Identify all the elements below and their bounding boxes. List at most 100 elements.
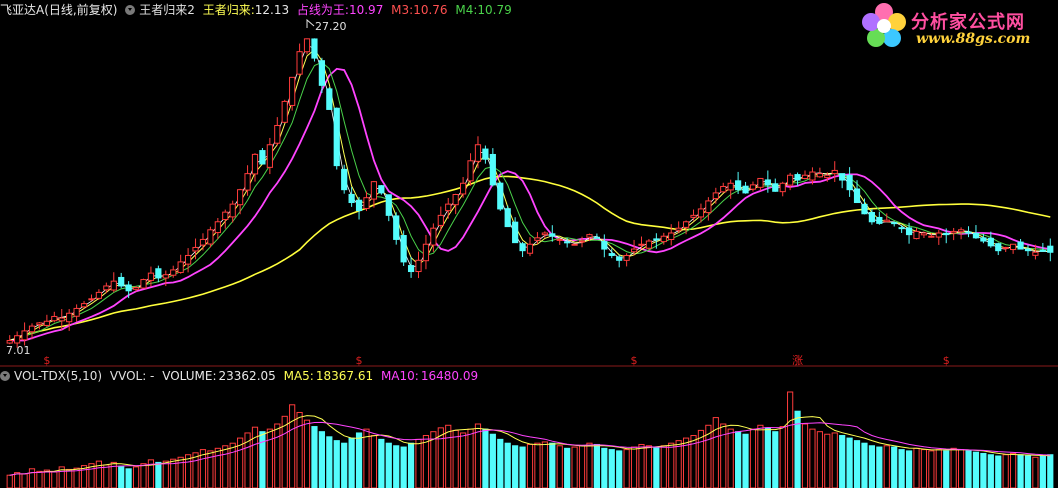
- volume-bar: [913, 447, 920, 488]
- volume-bar: [274, 423, 281, 488]
- volume-bar: [645, 445, 653, 488]
- volume-bar: [735, 431, 742, 488]
- volume-bar: [51, 471, 58, 488]
- candle-body: [1024, 248, 1032, 252]
- volume-bar: [407, 442, 415, 488]
- candle-body: [422, 243, 430, 262]
- candle-body: [578, 240, 586, 243]
- indicator-name[interactable]: 王者归来2: [139, 3, 195, 17]
- vvol-text: VVOL: -: [109, 369, 155, 383]
- volume-bar: [400, 446, 407, 488]
- candle-body: [809, 171, 816, 181]
- candle-body: [207, 229, 214, 245]
- candle-body: [824, 174, 831, 179]
- candle-body: [437, 214, 444, 226]
- volume-bar: [564, 447, 571, 488]
- site-logo[interactable]: 分析家公式网 www.88gs.com: [858, 0, 1058, 52]
- candle-body: [244, 173, 251, 191]
- volume-bar: [162, 460, 169, 488]
- candle-body: [839, 173, 846, 181]
- volume-bar: [601, 447, 608, 488]
- stock-title[interactable]: 飞亚达A(日线,前复权): [0, 3, 117, 17]
- candle-body: [623, 254, 630, 261]
- volume-bar: [445, 424, 452, 488]
- volume-bar: [460, 432, 467, 488]
- ind3-label: M3:: [391, 3, 414, 17]
- volume-bar: [853, 440, 861, 488]
- volume-bar: [816, 431, 823, 488]
- volume-bar: [534, 442, 541, 488]
- volume-bar: [623, 449, 630, 488]
- volume-bar: [779, 426, 786, 488]
- volume-bar: [950, 447, 957, 488]
- candle-body: [1002, 246, 1009, 249]
- candle-body: [853, 188, 861, 204]
- candle-body: [326, 88, 333, 110]
- candle-body: [415, 259, 422, 273]
- vol-indicator-name[interactable]: VOL-TDX(5,10): [14, 369, 102, 383]
- volume-bar: [415, 438, 422, 488]
- volume-bar: [972, 451, 980, 488]
- candle-body: [608, 253, 615, 256]
- candle-body: [266, 144, 273, 168]
- candle-body: [987, 237, 994, 247]
- candle-body: [512, 221, 519, 244]
- ma5-label: MA5:: [283, 369, 314, 383]
- volume-bar: [824, 433, 831, 488]
- volume-bar: [831, 432, 838, 488]
- candle-body: [28, 325, 36, 333]
- ind2-label: 占线为王:: [296, 3, 349, 17]
- volume-bar: [608, 449, 615, 488]
- candle-body: [355, 199, 363, 212]
- candle-body: [772, 183, 779, 192]
- candle-body: [504, 208, 511, 228]
- candle-body: [749, 184, 757, 190]
- volume-bar: [214, 447, 221, 488]
- candle-body: [303, 38, 311, 53]
- candle-body: [980, 237, 987, 242]
- kline-chart: 27.207.01$$$涨$增: [0, 18, 1058, 488]
- volume-bar: [868, 445, 876, 488]
- volume-bar: [660, 445, 667, 488]
- dropdown-icon[interactable]: [125, 5, 136, 15]
- candle-body: [891, 222, 898, 225]
- candle-body: [363, 197, 370, 209]
- dropdown-icon[interactable]: [0, 371, 10, 381]
- ma5-value: 18367.61: [315, 369, 374, 383]
- volume-bar: [14, 472, 21, 488]
- volume-bar: [222, 445, 229, 488]
- volume-bar: [6, 474, 13, 488]
- volume-bar: [1032, 456, 1039, 488]
- candle-body: [184, 254, 192, 265]
- signal-marker: 涨: [792, 354, 803, 367]
- candle-body: [972, 232, 980, 239]
- signal-marker: $: [631, 354, 638, 367]
- volume-bar: [720, 423, 727, 488]
- candle-body: [898, 227, 905, 230]
- candle-body: [876, 216, 883, 224]
- volume-bar: [876, 446, 883, 488]
- candle-body: [1032, 251, 1039, 256]
- candle-body: [868, 211, 876, 223]
- candle-body: [229, 203, 236, 218]
- candle-body: [155, 268, 162, 279]
- volume-bar: [920, 449, 928, 488]
- candle-body: [965, 231, 972, 234]
- volume-bar: [348, 437, 355, 488]
- candle-body: [935, 232, 942, 238]
- volume-bar: [727, 428, 734, 488]
- candle-body: [1010, 243, 1017, 251]
- volume-bar: [957, 449, 965, 488]
- volume-bar: [422, 435, 430, 488]
- volume-bar: [184, 454, 192, 488]
- volume-bar: [385, 442, 392, 488]
- candle-body: [682, 221, 690, 228]
- candle-body: [660, 235, 667, 243]
- volume-bar: [712, 417, 719, 488]
- volume-bar: [281, 415, 288, 488]
- volume-bar: [452, 429, 459, 488]
- volume-bar: [192, 452, 199, 488]
- candle-body: [199, 238, 207, 246]
- candle-body: [103, 285, 110, 291]
- candle-body: [36, 322, 43, 326]
